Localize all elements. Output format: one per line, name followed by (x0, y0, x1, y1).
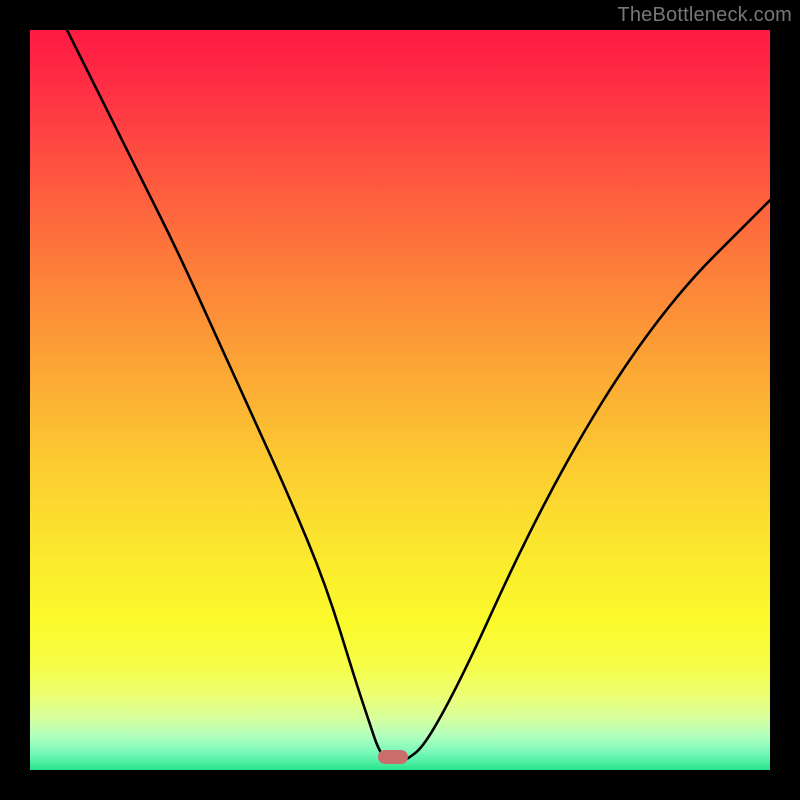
optimal-point-marker (378, 750, 408, 764)
bottleneck-curve (30, 30, 770, 770)
watermark-text: TheBottleneck.com (617, 4, 792, 27)
plot-area (30, 30, 770, 770)
chart-stage: TheBottleneck.com (0, 0, 800, 800)
